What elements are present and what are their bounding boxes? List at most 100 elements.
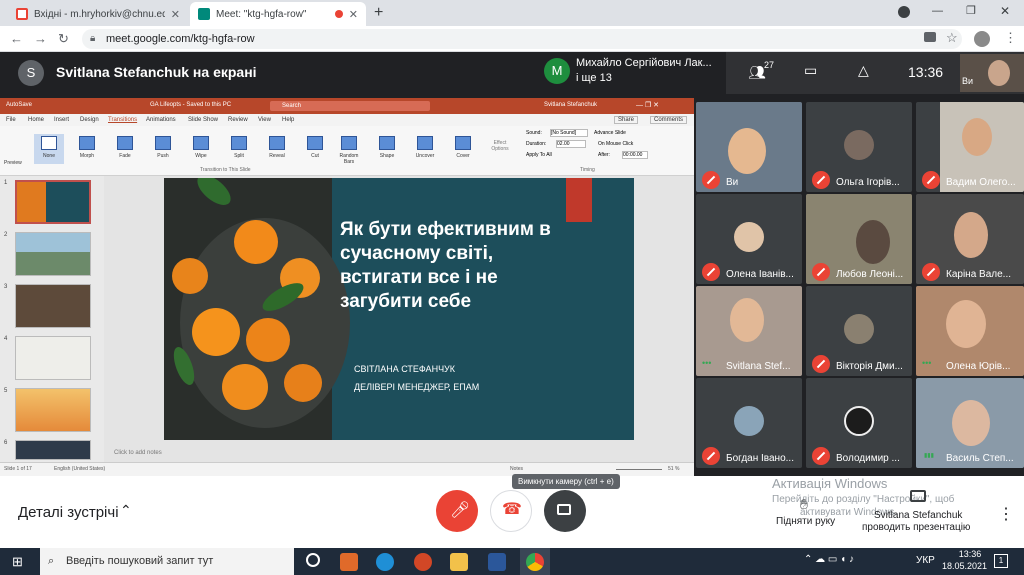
- slide-thumbnail[interactable]: [15, 336, 91, 380]
- present-screen-icon[interactable]: [910, 490, 926, 502]
- transition-wipe[interactable]: Wipe: [186, 134, 216, 164]
- apply-all-button[interactable]: Apply To All: [526, 152, 552, 158]
- slide-thumbnail[interactable]: [15, 232, 91, 276]
- transition-cut[interactable]: Cut: [300, 134, 330, 164]
- forward-icon[interactable]: →: [34, 31, 47, 46]
- meeting-details-button[interactable]: Деталі зустрічі: [18, 504, 119, 521]
- windows-start-icon[interactable]: ⊞: [12, 554, 23, 570]
- after-input[interactable]: 00:00.00: [622, 151, 648, 159]
- ppt-window-controls[interactable]: — ❐ ✕: [636, 101, 659, 109]
- menu-view[interactable]: View: [258, 117, 271, 123]
- menu-review[interactable]: Review: [228, 117, 248, 123]
- media-app-icon[interactable]: [340, 553, 358, 571]
- ppt-search[interactable]: Search: [270, 101, 430, 111]
- notifications-icon[interactable]: 1: [994, 554, 1008, 568]
- effect-options-button[interactable]: Effect Options: [486, 140, 514, 152]
- more-options-icon[interactable]: ⋮: [998, 504, 1014, 524]
- preview-button[interactable]: Preview: [4, 160, 22, 166]
- slide-thumbnail[interactable]: [15, 440, 91, 460]
- duration-input[interactable]: 02.00: [556, 140, 586, 148]
- menu-icon[interactable]: ⋮: [1004, 30, 1017, 46]
- participant-tile[interactable]: Svitlana Stef...: [696, 286, 802, 376]
- star-icon[interactable]: ☆: [946, 30, 958, 46]
- language-indicator[interactable]: УКР: [916, 555, 935, 566]
- participant-name: Любов Леоні...: [836, 269, 904, 280]
- chevron-up-icon[interactable]: ⌃: [120, 502, 132, 519]
- tray-icons[interactable]: ⌃ ☁ ▭ ◖ ♪: [804, 554, 854, 565]
- transition-fade[interactable]: Fade: [110, 134, 140, 164]
- close-icon[interactable]: ✕: [349, 8, 358, 21]
- transition-random-bars[interactable]: Random Bars: [334, 134, 364, 165]
- menu-transitions[interactable]: Transitions: [108, 117, 137, 123]
- mic-toggle-button[interactable]: 🎤︎: [436, 490, 478, 532]
- tab-search-icon[interactable]: [898, 6, 910, 18]
- menu-animations[interactable]: Animations: [146, 117, 176, 123]
- after-checkbox[interactable]: After:: [598, 152, 610, 158]
- transition-uncover[interactable]: Uncover: [410, 134, 440, 164]
- menu-help[interactable]: Help: [282, 117, 294, 123]
- back-icon[interactable]: ←: [10, 31, 23, 46]
- participant-tile[interactable]: Ольга Ігорів...: [806, 102, 912, 192]
- edge-icon[interactable]: [376, 553, 394, 571]
- camera-icon[interactable]: [924, 32, 936, 42]
- cortana-icon[interactable]: [306, 553, 320, 567]
- menu-insert[interactable]: Insert: [54, 117, 69, 123]
- participant-tile[interactable]: Ви: [696, 102, 802, 192]
- powerpoint-icon[interactable]: [414, 553, 432, 571]
- leave-call-button[interactable]: ☎︎: [490, 490, 532, 532]
- slide-thumbnail[interactable]: [15, 388, 91, 432]
- participant-tile[interactable]: Олена Юрів...: [916, 286, 1024, 376]
- activities-icon[interactable]: △: [858, 62, 869, 79]
- menu-home[interactable]: Home: [28, 117, 44, 123]
- current-slide[interactable]: Як бути ефективним в сучасному світі, вс…: [164, 178, 634, 440]
- raise-hand-label[interactable]: Підняти руку: [776, 516, 835, 527]
- transition-morph[interactable]: Morph: [72, 134, 102, 164]
- new-tab-button[interactable]: +: [374, 4, 383, 22]
- participant-tile[interactable]: Каріна Вале...: [916, 194, 1024, 284]
- participant-tile[interactable]: Василь Степ...: [916, 378, 1024, 468]
- taskbar-time[interactable]: 13:36: [950, 549, 990, 559]
- participant-tile[interactable]: Вікторія Дми...: [806, 286, 912, 376]
- menu-slideshow[interactable]: Slide Show: [188, 117, 218, 123]
- taskbar-search-placeholder: Введіть пошуковий запит тут: [66, 555, 214, 567]
- tab-meet[interactable]: Meet: "ktg-hgfa-row" ✕: [190, 2, 366, 26]
- chat-icon[interactable]: ▭: [804, 62, 817, 79]
- profile-avatar[interactable]: [974, 31, 990, 47]
- participant-tile[interactable]: Олена Іванів...: [696, 194, 802, 284]
- participant-tile[interactable]: Любов Леоні...: [806, 194, 912, 284]
- participant-tile[interactable]: Володимир ...: [806, 378, 912, 468]
- word-icon[interactable]: [488, 553, 506, 571]
- transition-split[interactable]: Split: [224, 134, 254, 164]
- reload-icon[interactable]: ↻: [58, 31, 69, 47]
- on-click-checkbox[interactable]: On Mouse Click: [598, 141, 633, 147]
- close-window-icon[interactable]: ✕: [1000, 4, 1010, 18]
- transition-push[interactable]: Push: [148, 134, 178, 164]
- chrome-taskbar-button[interactable]: [520, 548, 550, 575]
- minimize-icon[interactable]: —: [932, 5, 943, 17]
- participant-tile[interactable]: Вадим Олего...: [916, 102, 1024, 192]
- close-icon[interactable]: ✕: [171, 8, 180, 21]
- slide-thumbnail[interactable]: [15, 180, 91, 224]
- zoom-slider[interactable]: [616, 469, 662, 470]
- transition-cover[interactable]: Cover: [448, 134, 478, 164]
- transition-none[interactable]: None: [34, 134, 64, 164]
- share-button[interactable]: Share: [614, 116, 639, 124]
- transition-reveal[interactable]: Reveal: [262, 134, 292, 164]
- taskbar-search[interactable]: ⌕ Введіть пошуковий запит тут: [40, 548, 294, 575]
- tab-gmail[interactable]: Вхідні - m.hryhorkiv@chnu.edu.ua ✕: [8, 2, 188, 26]
- camera-toggle-button[interactable]: [544, 490, 586, 532]
- taskbar-date[interactable]: 18.05.2021: [942, 561, 987, 571]
- sound-select[interactable]: [No Sound]: [550, 129, 588, 137]
- participant-tile[interactable]: Богдан Івано...: [696, 378, 802, 468]
- menu-file[interactable]: File: [6, 117, 16, 123]
- notes-button[interactable]: Notes: [510, 466, 523, 472]
- file-explorer-icon[interactable]: [450, 553, 468, 571]
- notes-placeholder[interactable]: Click to add notes: [114, 450, 162, 456]
- url-field[interactable]: 🔒︎ meet.google.com/ktg-hgfa-row: [82, 29, 962, 49]
- menu-design[interactable]: Design: [80, 117, 99, 123]
- transition-shape[interactable]: Shape: [372, 134, 402, 164]
- restore-icon[interactable]: ❐: [966, 4, 976, 17]
- slide-thumbnail[interactable]: [15, 284, 91, 328]
- comments-button[interactable]: Comments: [650, 116, 688, 124]
- raise-hand-icon[interactable]: ✋︎: [800, 496, 808, 513]
